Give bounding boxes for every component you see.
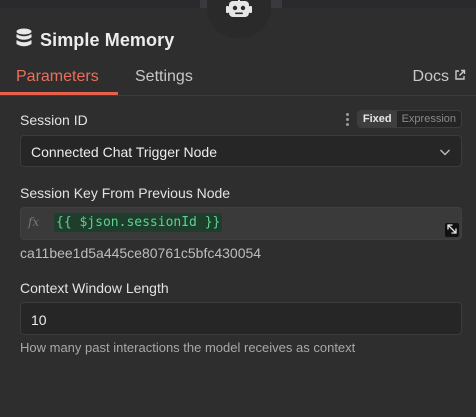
session-id-selected-value: Connected Chat Trigger Node bbox=[31, 144, 217, 160]
expand-editor-button[interactable] bbox=[445, 223, 459, 237]
context-window-hint: How many past interactions the model rec… bbox=[20, 340, 356, 355]
more-options-icon[interactable] bbox=[345, 112, 349, 126]
context-window-label: Context Window Length bbox=[20, 280, 169, 296]
tab-settings[interactable]: Settings bbox=[135, 68, 193, 86]
tab-bar: Parameters Settings Docs bbox=[0, 62, 476, 96]
session-key-label: Session Key From Previous Node bbox=[20, 185, 231, 201]
chevron-down-icon bbox=[439, 145, 451, 161]
docs-label: Docs bbox=[412, 68, 449, 85]
panel-header: Simple Memory bbox=[16, 28, 174, 53]
tab-parameters[interactable]: Parameters bbox=[16, 68, 99, 86]
context-window-input[interactable]: 10 bbox=[20, 302, 462, 335]
context-window-value: 10 bbox=[31, 312, 47, 328]
top-bar-right-segment bbox=[282, 0, 476, 8]
session-id-label: Session ID bbox=[20, 112, 88, 128]
robot-icon bbox=[226, 0, 252, 24]
fixed-mode-button[interactable]: Fixed bbox=[357, 111, 397, 127]
expression-mode-button[interactable]: Expression bbox=[397, 111, 461, 127]
docs-link[interactable]: Docs bbox=[413, 68, 466, 86]
session-id-mode-controls: Fixed Expression bbox=[345, 110, 462, 128]
node-badge bbox=[207, 0, 271, 38]
expression-code: {{ $json.sessionId }} bbox=[54, 213, 223, 232]
top-bar-left-segment bbox=[0, 0, 200, 8]
expression-result: ca11bee1d5a445ce80761c5bfc430054 bbox=[20, 245, 262, 261]
database-icon bbox=[16, 28, 32, 53]
function-icon: fx bbox=[28, 215, 40, 229]
session-id-select[interactable]: Connected Chat Trigger Node bbox=[20, 135, 462, 167]
external-link-icon bbox=[449, 68, 466, 86]
active-tab-indicator bbox=[0, 92, 118, 95]
expand-icon bbox=[447, 221, 457, 239]
session-key-expression-input[interactable]: fx {{ $json.sessionId }} bbox=[20, 207, 462, 240]
panel-title: Simple Memory bbox=[40, 30, 175, 50]
fixed-expression-toggle: Fixed Expression bbox=[356, 110, 462, 128]
